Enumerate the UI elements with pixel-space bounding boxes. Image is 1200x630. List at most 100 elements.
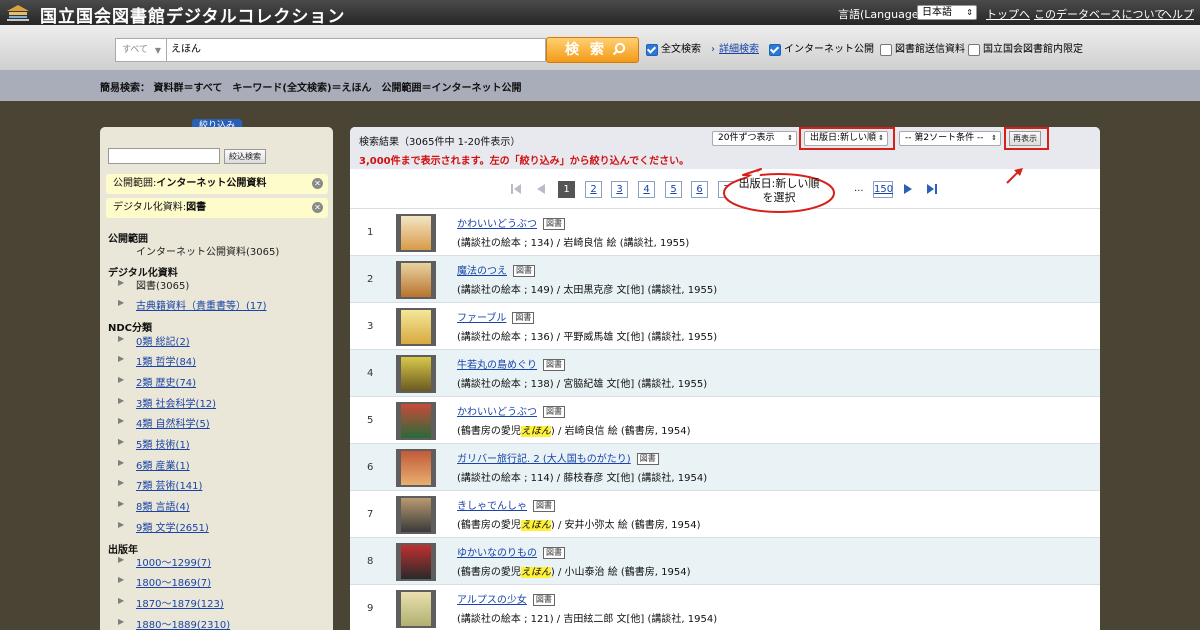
library-logo-icon[interactable]	[5, 3, 31, 22]
facet-item-year[interactable]: ▶ 1880～1889(2310)	[118, 616, 230, 630]
book-thumbnail[interactable]	[396, 214, 436, 252]
narrow-search-button[interactable]: 絞込検索	[224, 149, 266, 164]
result-title-link[interactable]: ガリバー旅行記. 2 (大人国ものがたり)	[457, 454, 631, 465]
book-thumbnail[interactable]	[396, 496, 436, 534]
facet-item-ndc[interactable]: ▶ 1類 哲学(84)	[118, 353, 196, 368]
facet-item-link[interactable]: 1000～1299(7)	[136, 558, 211, 569]
result-title-link[interactable]: きしゃでんしゃ	[457, 501, 527, 512]
select-arrows-icon: ⇕	[966, 8, 973, 17]
result-title-link[interactable]: かわいいどうぶつ	[457, 219, 537, 230]
result-title-link[interactable]: ゆかいなのりもの	[457, 548, 537, 559]
result-row: 1 かわいいどうぶつ 図書 (講談社の絵本 ; 134) / 岩崎良信 絵 (講談…	[350, 208, 1100, 255]
facet-item-ndc[interactable]: ▶ 4類 自然科学(5)	[118, 415, 210, 430]
facet-item-year[interactable]: ▶ 1870～1879(123)	[118, 595, 224, 610]
facet-item-link[interactable]: 5類 技術(1)	[136, 440, 190, 451]
page-link[interactable]: 6	[691, 181, 708, 198]
book-thumbnail[interactable]	[396, 308, 436, 346]
search-button[interactable]: 検 索	[546, 37, 639, 63]
result-title-link[interactable]: かわいいどうぶつ	[457, 407, 537, 418]
second-sort-select[interactable]: -- 第2ソート条件 -- ⇕	[899, 131, 1001, 146]
facet-item-link[interactable]: 9類 文学(2651)	[136, 523, 209, 534]
facet-item-link[interactable]: 古典籍資料（貴重書等）(17)	[136, 301, 267, 312]
ndl-only-checkbox[interactable]: 国立国会図書館内限定	[968, 44, 1083, 56]
book-badge: 図書	[513, 265, 535, 277]
top-link[interactable]: トップへ	[986, 6, 1030, 22]
result-title-link[interactable]: 牛若丸の島めぐり	[457, 360, 537, 371]
desc-text: (講談社の絵本 ; 121) / 吉田絃二郎 文[他] (講談社, 1954)	[457, 614, 718, 625]
facet-item-link[interactable]: 1類 哲学(84)	[136, 357, 196, 368]
page-link[interactable]: 2	[585, 181, 602, 198]
result-title-link[interactable]: 魔法のつえ	[457, 266, 507, 277]
page-link-current[interactable]: 1	[558, 181, 575, 198]
facet-item-books[interactable]: ▶ 図書(3065)	[118, 277, 189, 292]
site-title[interactable]: 国立国会図書館デジタルコレクション	[40, 2, 345, 27]
prev-page-icon[interactable]	[535, 183, 547, 195]
about-database-link[interactable]: このデータベースについて	[1034, 6, 1165, 22]
close-icon[interactable]: ✕	[312, 178, 323, 189]
book-thumbnail[interactable]	[396, 261, 436, 299]
keyword-input[interactable]: えほん	[166, 38, 546, 62]
book-badge: 図書	[543, 218, 565, 230]
facet-item-link[interactable]: 8類 言語(4)	[136, 502, 190, 513]
facet-item-ndc[interactable]: ▶ 0類 総記(2)	[118, 333, 190, 348]
facet-item-link[interactable]: 1880～1889(2310)	[136, 620, 230, 630]
facet-item-link[interactable]: 6類 産業(1)	[136, 461, 190, 472]
fulltext-checkbox[interactable]: 全文検索	[646, 44, 701, 56]
scope-select[interactable]: すべて ▼	[115, 38, 167, 62]
facet-item-ndc[interactable]: ▶ 5類 技術(1)	[118, 436, 190, 451]
result-row: 7 きしゃでんしゃ 図書 (鶴書房の愛児えほん) / 安井小弥太 絵 (鶴書房, …	[350, 490, 1100, 537]
result-title-link[interactable]: ファーブル	[457, 313, 506, 324]
internet-public-checkbox[interactable]: インターネット公開	[769, 44, 874, 56]
facet-item-year[interactable]: ▶ 1800～1869(7)	[118, 574, 211, 589]
facet-item-ndc[interactable]: ▶ 6類 産業(1)	[118, 457, 190, 472]
facet-item-ndc[interactable]: ▶ 2類 歴史(74)	[118, 374, 196, 389]
facet-item-link[interactable]: 2類 歴史(74)	[136, 378, 196, 389]
facet-item-classics[interactable]: ▶ 古典籍資料（貴重書等）(17)	[118, 297, 267, 312]
per-page-select[interactable]: 20件ずつ表示 ⇕	[712, 131, 797, 146]
library-transmission-checkbox[interactable]: 図書館送信資料	[880, 44, 965, 56]
book-thumbnail[interactable]	[396, 355, 436, 393]
advanced-search[interactable]: › 詳細検索	[711, 44, 759, 56]
facet-item-ndc[interactable]: ▶ 8類 言語(4)	[118, 498, 190, 513]
result-description: (鶴書房の愛児えほん) / 安井小弥太 絵 (鶴書房, 1954)	[457, 516, 701, 531]
close-icon[interactable]: ✕	[312, 202, 323, 213]
desc-text: (鶴書房の愛児	[457, 426, 521, 437]
desc-text: ) / 小山泰治 絵 (鶴書房, 1954)	[550, 567, 691, 578]
language-select[interactable]: 日本語 ⇕	[917, 5, 977, 20]
page-link[interactable]: 4	[638, 181, 655, 198]
triangle-right-icon: ▶	[118, 458, 125, 467]
book-thumbnail[interactable]	[396, 543, 436, 581]
page-link[interactable]: 3	[611, 181, 628, 198]
facet-item-ndc[interactable]: ▶ 9類 文学(2651)	[118, 519, 209, 534]
facet-item-link[interactable]: 1870～1879(123)	[136, 599, 224, 610]
facet-item-link[interactable]: 3類 社会科学(12)	[136, 399, 216, 410]
book-thumbnail[interactable]	[396, 402, 436, 440]
book-thumbnail[interactable]	[396, 449, 436, 487]
facet-item-year[interactable]: ▶ 1000～1299(7)	[118, 554, 211, 569]
triangle-right-icon: ▶	[118, 617, 125, 626]
facet-item-link[interactable]: 1800～1869(7)	[136, 578, 211, 589]
result-warning: 3,000件まで表示されます。左の「絞り込み」から絞り込んでください。	[359, 156, 690, 167]
result-description: (鶴書房の愛児えほん) / 小山泰治 絵 (鶴書房, 1954)	[457, 563, 691, 578]
page-link[interactable]: 5	[665, 181, 682, 198]
facet-item-link[interactable]: 4類 自然科学(5)	[136, 419, 210, 430]
help-link[interactable]: ヘルプ	[1161, 6, 1194, 22]
narrow-search-input[interactable]	[108, 148, 220, 164]
desc-text: (鶴書房の愛児	[457, 567, 521, 578]
next-page-icon[interactable]	[902, 183, 914, 195]
advanced-search-link[interactable]: 詳細検索	[719, 44, 759, 55]
last-page-icon[interactable]	[926, 183, 938, 195]
first-page-icon[interactable]	[510, 183, 522, 195]
triangle-right-icon: ▶	[118, 575, 125, 584]
facet-item-ndc[interactable]: ▶ 3類 社会科学(12)	[118, 395, 216, 410]
page-link-last[interactable]: 150	[873, 181, 893, 198]
result-title-link[interactable]: アルプスの少女	[457, 595, 527, 606]
facet-sidebar: 絞込検索 公開範囲:インターネット公開資料 ✕ デジタル化資料:図書 ✕ 公開範囲 …	[100, 127, 333, 630]
facet-item-link[interactable]: 7類 芸術(141)	[136, 481, 202, 492]
facet-heading-ndc: NDC分類	[108, 323, 153, 334]
book-thumbnail[interactable]	[396, 590, 436, 628]
facet-item-ndc[interactable]: ▶ 7類 芸術(141)	[118, 477, 202, 492]
result-title-line: ファーブル 図書	[457, 309, 535, 324]
facet-item-link[interactable]: 0類 総記(2)	[136, 337, 190, 348]
language-value: 日本語	[922, 7, 952, 18]
